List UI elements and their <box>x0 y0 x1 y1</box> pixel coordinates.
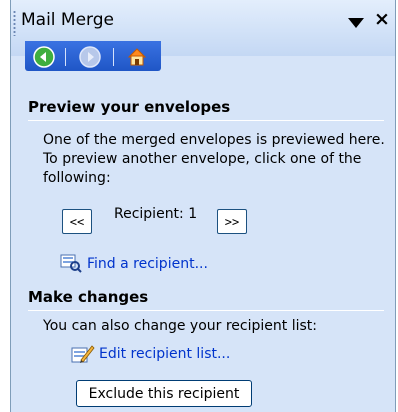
recipient-counter: Recipient: 1 <box>114 206 198 222</box>
pane-menu-arrow-icon[interactable] <box>348 18 364 28</box>
home-icon[interactable] <box>126 46 148 68</box>
edit-list-icon <box>71 343 95 369</box>
find-recipient-icon <box>60 253 82 277</box>
nav-separator <box>65 48 66 66</box>
back-icon[interactable] <box>33 46 55 68</box>
nav-separator <box>113 48 114 66</box>
changes-description: You can also change your recipient list: <box>43 318 317 334</box>
previous-recipient-button[interactable]: << <box>62 209 92 234</box>
section-divider <box>28 120 384 121</box>
make-changes-heading: Make changes <box>28 288 149 306</box>
forward-icon[interactable] <box>79 46 101 68</box>
section-divider <box>28 310 384 311</box>
preview-description: One of the merged envelopes is previewed… <box>43 132 385 186</box>
next-recipient-button[interactable]: >> <box>217 209 247 234</box>
preview-heading: Preview your envelopes <box>28 98 231 116</box>
drag-grip[interactable] <box>13 10 16 36</box>
nav-toolbar <box>25 41 161 71</box>
find-recipient-link[interactable]: Find a recipient... <box>87 256 208 272</box>
mail-merge-task-pane: Mail Merge × Preview your envelopes One … <box>10 0 396 412</box>
close-icon[interactable]: × <box>374 10 390 29</box>
pane-title: Mail Merge <box>21 10 115 30</box>
edit-recipient-list-link[interactable]: Edit recipient list... <box>99 346 230 362</box>
exclude-recipient-button[interactable]: Exclude this recipient <box>76 380 252 407</box>
